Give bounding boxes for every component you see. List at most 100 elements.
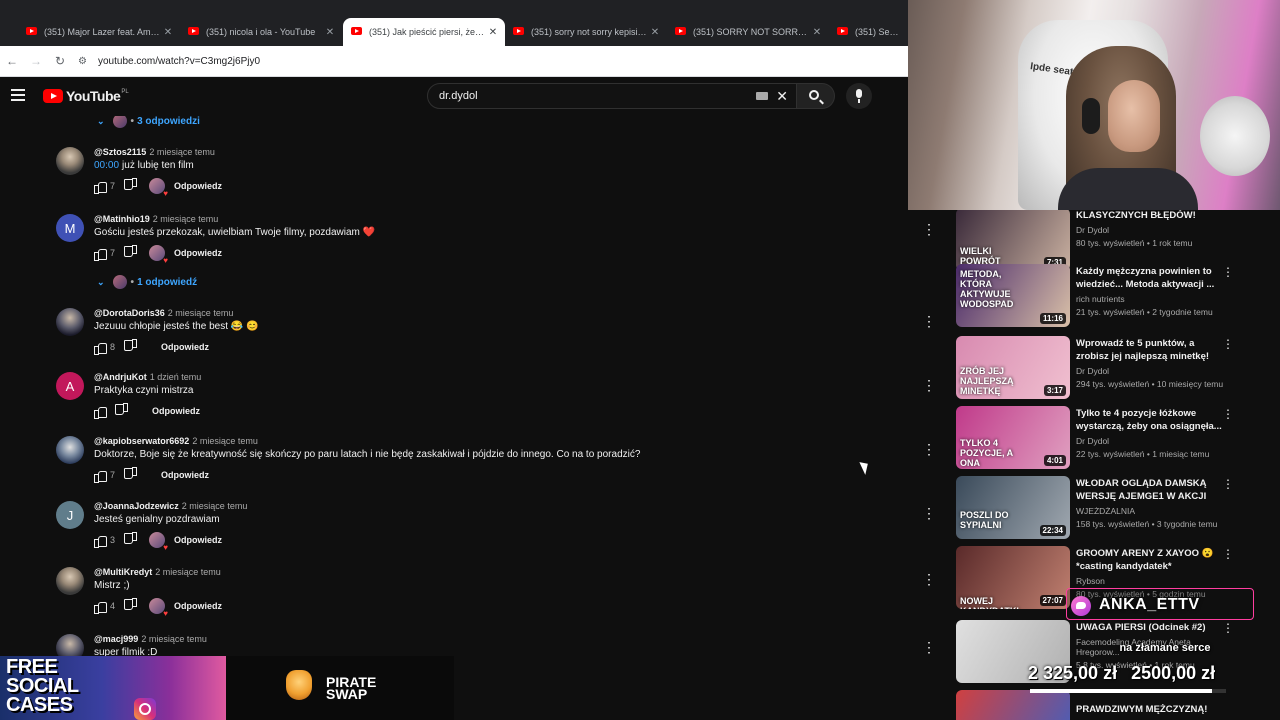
reply-button[interactable]: Odpowiedz	[174, 248, 222, 258]
comment-author[interactable]: @DorotaDoris36	[94, 308, 165, 318]
dislike-icon[interactable]	[125, 341, 137, 353]
comment-author[interactable]: @AndrjuKot	[94, 372, 147, 382]
like-icon[interactable]	[94, 534, 107, 548]
comment-author[interactable]: @MultiKredyt	[94, 567, 152, 577]
avatar[interactable]	[56, 634, 84, 656]
reply-button[interactable]: Odpowiedz	[161, 342, 209, 352]
avatar[interactable]: J	[56, 501, 84, 529]
keyboard-icon[interactable]	[756, 92, 768, 100]
more-vert-icon[interactable]: ⋮	[922, 506, 936, 520]
reply-button[interactable]: Odpowiedz	[174, 181, 222, 191]
reply-button[interactable]: Odpowiedz	[161, 470, 209, 480]
site-info-icon[interactable]: ⚙	[78, 56, 92, 67]
more-vert-icon[interactable]: ⋮	[922, 572, 936, 586]
avatar[interactable]	[56, 147, 84, 175]
like-icon[interactable]	[94, 341, 107, 355]
video-title[interactable]: Każdy mężczyzna powinien to wiedzieć... …	[1076, 265, 1226, 292]
more-vert-icon[interactable]: ⋮	[1222, 337, 1234, 351]
more-vert-icon[interactable]: ⋮	[922, 314, 936, 328]
more-vert-icon[interactable]: ⋮	[1222, 547, 1234, 561]
video-channel[interactable]: Rybson	[1076, 576, 1226, 586]
browser-tab-2[interactable]: (351) nicola i ola - YouTube ✕	[180, 18, 342, 46]
like-icon[interactable]	[94, 600, 107, 614]
dislike-icon[interactable]	[125, 469, 137, 481]
more-vert-icon[interactable]: ⋮	[1222, 621, 1234, 635]
menu-hamburger-icon[interactable]	[11, 89, 25, 101]
video-title[interactable]: UWAGA PIERSI (Odcinek #2)	[1076, 621, 1226, 635]
video-title[interactable]: GROOMY ARENY Z XAYOO 😮 *casting kandydat…	[1076, 547, 1226, 574]
timestamp-link[interactable]: 00:00	[94, 160, 119, 171]
video-card[interactable]: ZRÓB JEJ NAJLEPSZĄ MINETKĘ 3:17 Wprowadź…	[956, 336, 1276, 400]
video-channel[interactable]: Dr Dydol	[1076, 366, 1226, 376]
tab-close-icon[interactable]: ✕	[487, 27, 499, 38]
video-card[interactable]: METODA, KTÓRA AKTYWUJE WODOSPAD 11:16 Ka…	[956, 264, 1276, 328]
reload-icon[interactable]: ↻	[48, 54, 72, 68]
video-channel[interactable]: rich nutrients	[1076, 294, 1226, 304]
video-thumbnail[interactable]: NOWEJ KANDYDATKI 27:07	[956, 546, 1070, 609]
more-vert-icon[interactable]: ⋮	[1222, 477, 1234, 491]
more-vert-icon[interactable]: ⋮	[1222, 265, 1234, 279]
comment-author[interactable]: @Matinhio19	[94, 214, 150, 224]
reply-button[interactable]: Odpowiedz	[152, 406, 200, 416]
replies-toggle[interactable]: ⌄ • 3 odpowiedzi	[97, 116, 200, 129]
video-title[interactable]: Wprowadź te 5 punktów, a zrobisz jej naj…	[1076, 337, 1226, 364]
video-title[interactable]: PRAWDZIWYM MĘŻCZYZNĄ!	[1076, 703, 1226, 720]
like-icon[interactable]	[94, 405, 107, 419]
comment-time[interactable]: 2 miesiące temu	[149, 147, 215, 157]
replies-toggle[interactable]: ⌄ • 1 odpowiedź	[97, 274, 197, 290]
video-card[interactable]: POSZLI DO SYPIALNI 22:34 WŁODAR OGLĄDA D…	[956, 476, 1276, 540]
video-thumbnail[interactable]	[956, 690, 1070, 720]
tab-close-icon[interactable]: ✕	[649, 27, 661, 38]
comment-time[interactable]: 2 miesiące temu	[192, 436, 258, 446]
video-thumbnail[interactable]: WIELKI POWRÓT 7:31	[956, 210, 1070, 271]
video-thumbnail[interactable]: POSZLI DO SYPIALNI 22:34	[956, 476, 1070, 539]
avatar[interactable]: M	[56, 214, 84, 242]
tab-close-icon[interactable]: ✕	[324, 27, 336, 38]
more-vert-icon[interactable]: ⋮	[922, 640, 936, 654]
dislike-icon[interactable]	[116, 405, 128, 417]
video-channel[interactable]: Dr Dydol	[1076, 225, 1226, 235]
video-thumbnail[interactable]: TYLKO 4 POZYCJE, A ONA 4:01	[956, 406, 1070, 469]
video-thumbnail[interactable]: METODA, KTÓRA AKTYWUJE WODOSPAD 11:16	[956, 264, 1070, 327]
comment-time[interactable]: 2 miesiące temu	[153, 214, 219, 224]
comment-time[interactable]: 2 miesiące temu	[168, 308, 234, 318]
video-channel[interactable]: WJEŻDŻALNIA	[1076, 506, 1226, 516]
browser-tab-4[interactable]: (351) sorry not sorry kepisia - Y ✕	[505, 18, 667, 46]
reply-button[interactable]: Odpowiedz	[174, 601, 222, 611]
video-title[interactable]: WŁODAR OGLĄDA DAMSKĄ WERSJĘ AJEMGE1 W AK…	[1076, 477, 1226, 504]
tab-close-icon[interactable]: ✕	[162, 27, 174, 38]
video-card[interactable]: WIELKI POWRÓT 7:31 KLASYCZNYCH BŁĘDÓW! D…	[956, 210, 1276, 272]
video-thumbnail[interactable]: ZRÓB JEJ NAJLEPSZĄ MINETKĘ 3:17	[956, 336, 1070, 399]
dislike-icon[interactable]	[125, 534, 137, 546]
like-icon[interactable]	[94, 180, 107, 194]
browser-tab-3-active[interactable]: (351) Jak pieścić piersi, żeby os ✕	[343, 18, 505, 46]
video-channel[interactable]: Dr Dydol	[1076, 436, 1226, 446]
more-vert-icon[interactable]: ⋮	[922, 222, 936, 236]
avatar[interactable]	[56, 308, 84, 336]
comment-author[interactable]: @JoannaJodzewicz	[94, 501, 179, 511]
url-field[interactable]: ⚙ youtube.com/watch?v=C3mg2j6Pjy0	[78, 50, 908, 72]
forward-arrow-icon[interactable]: →	[24, 54, 48, 68]
dislike-icon[interactable]	[125, 600, 137, 612]
browser-tab-6[interactable]: (351) Sek$ Oral	[829, 18, 908, 46]
browser-tab-1[interactable]: (351) Major Lazer feat. Amber C ✕	[18, 18, 180, 46]
avatar[interactable]: A	[56, 372, 84, 400]
comment-author[interactable]: @macj999	[94, 634, 138, 644]
dislike-icon[interactable]	[125, 180, 137, 192]
more-vert-icon[interactable]: ⋮	[922, 442, 936, 456]
like-icon[interactable]	[94, 247, 107, 261]
video-card[interactable]: TYLKO 4 POZYCJE, A ONA 4:01 Tylko te 4 p…	[956, 406, 1276, 470]
video-title[interactable]: KLASYCZNYCH BŁĘDÓW!	[1076, 210, 1226, 223]
browser-tab-5[interactable]: (351) SORRY NOT SORRY with ✕	[667, 18, 829, 46]
avatar[interactable]	[56, 567, 84, 595]
avatar[interactable]	[56, 436, 84, 464]
dislike-icon[interactable]	[125, 247, 137, 259]
youtube-logo[interactable]: YouTube PL	[43, 88, 129, 104]
comment-time[interactable]: 2 miesiące temu	[141, 634, 207, 644]
video-title[interactable]: Tylko te 4 pozycje łóżkowe wystarczą, że…	[1076, 407, 1226, 434]
comment-author[interactable]: @Sztos2115	[94, 147, 146, 157]
more-vert-icon[interactable]: ⋮	[922, 378, 936, 392]
comment-author[interactable]: @kapiobserwator6692	[94, 436, 189, 446]
more-vert-icon[interactable]: ⋮	[1222, 407, 1234, 421]
reply-button[interactable]: Odpowiedz	[174, 535, 222, 545]
